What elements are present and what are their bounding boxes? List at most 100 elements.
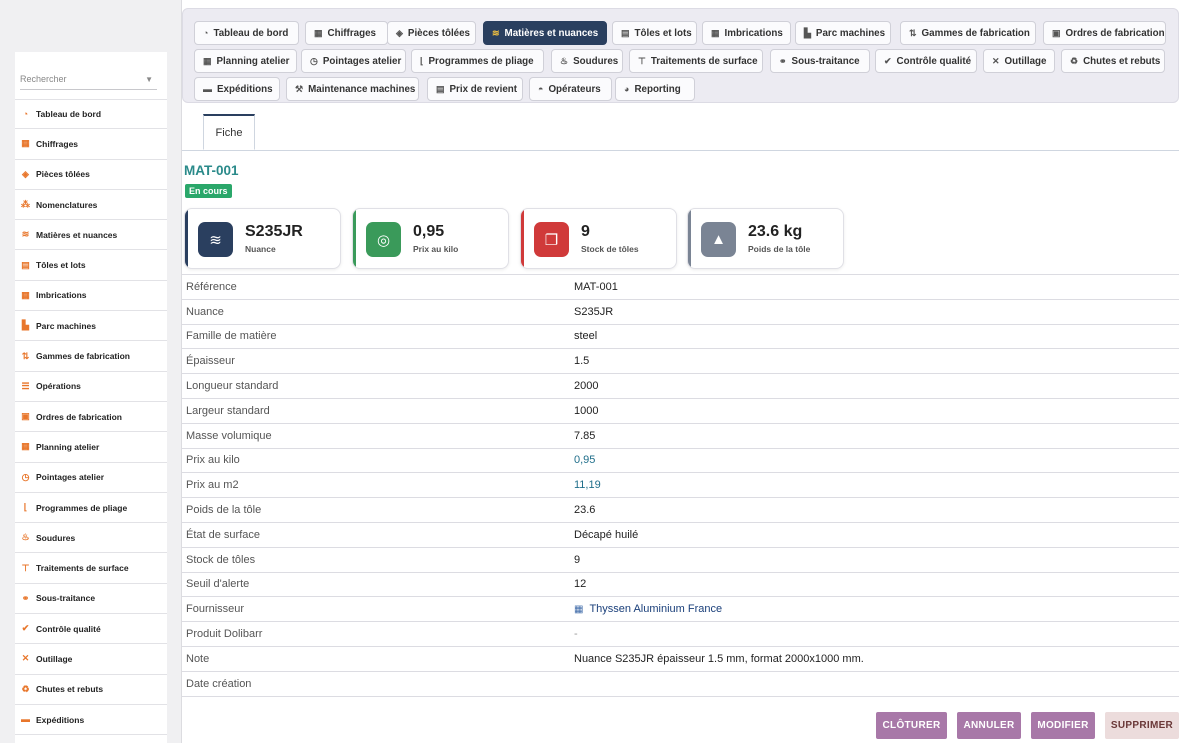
- tab-contrôle-qualité[interactable]: ✔ Contrôle qualité: [875, 49, 977, 73]
- search-placeholder: Rechercher: [20, 74, 67, 84]
- search-input[interactable]: Rechercher ▼: [20, 70, 157, 90]
- module-tab-bar: ◔ Tableau de bord ▦ Chiffrages ◈ Pièces tôlée…: [182, 8, 1179, 103]
- tab-matières-et-nuances[interactable]: ≋ Matières et nuances: [483, 21, 607, 45]
- sidebar-item-contrôle-qualité[interactable]: ✔ Contrôle qualité: [15, 614, 167, 645]
- tab-prix-de-revient[interactable]: ▤ Prix de revient: [427, 77, 523, 101]
- sidebar-item-outillage[interactable]: ✕ Outillage: [15, 644, 167, 675]
- tab-tôles-et-lots[interactable]: ▤ Tôles et lots: [612, 21, 697, 45]
- check-double-icon: ✔: [884, 55, 892, 66]
- sidebar-item-tôles-et-lots[interactable]: ▤ Tôles et lots: [15, 250, 167, 281]
- cancel-button[interactable]: ANNULER: [957, 712, 1021, 739]
- sidebar-item-gammes-de-fabrication[interactable]: ⇅ Gammes de fabrication: [15, 341, 167, 372]
- chevron-down-icon[interactable]: ▼: [145, 75, 153, 84]
- tab-label: Planning atelier: [216, 55, 290, 67]
- field-row: Stock de tôles 9: [182, 548, 1179, 573]
- field-label: Épaisseur: [186, 355, 235, 368]
- wrench-icon: ⚒: [295, 83, 304, 94]
- clipboard-icon: ▣: [1052, 27, 1061, 38]
- gauge-icon: ◔: [22, 108, 29, 119]
- delete-button[interactable]: SUPPRIMER: [1105, 712, 1179, 739]
- sidebar-item-label: Contrôle qualité: [36, 623, 101, 634]
- calendar-icon: ▦: [21, 441, 30, 452]
- field-value[interactable]: 11,19: [574, 479, 601, 491]
- tab-fiche-label: Fiche: [215, 126, 243, 139]
- sidebar-item-ordres-de-fabrication[interactable]: ▣ Ordres de fabrication: [15, 402, 167, 433]
- field-row: Référence MAT-001: [182, 275, 1179, 300]
- tab-label: Programmes de pliage: [428, 55, 534, 67]
- tab-opérateurs[interactable]: ◓ Opérateurs: [529, 77, 612, 101]
- tab-label: Prix de revient: [449, 83, 518, 95]
- tab-parc-machines[interactable]: ▙ Parc machines: [795, 21, 891, 45]
- tab-reporting[interactable]: ◕ Reporting: [615, 77, 695, 101]
- edit-button[interactable]: MODIFIER: [1031, 712, 1095, 739]
- tab-pièces-tôlées[interactable]: ◈ Pièces tôlées: [387, 21, 476, 45]
- field-label: Prix au kilo: [186, 454, 240, 467]
- field-row: Note Nuance S235JR épaisseur 1.5 mm, form…: [182, 647, 1179, 672]
- sidebar-item-pièces-tôlées[interactable]: ◈ Pièces tôlées: [15, 160, 167, 190]
- field-label: Nuance: [186, 305, 224, 318]
- tab-label: Contrôle qualité: [896, 55, 972, 67]
- sidebar-item-parc-machines[interactable]: ▙ Parc machines: [15, 311, 167, 342]
- sidebar-item-label: Expéditions: [36, 714, 85, 725]
- tab-programmes-de-pliage[interactable]: ⌊ Programmes de pliage: [411, 49, 544, 73]
- supplier-link[interactable]: Thyssen Aluminium France: [574, 603, 722, 615]
- tab-traitements-de-surface[interactable]: ⊤ Traitements de surface: [629, 49, 763, 73]
- card-label: Nuance: [245, 244, 276, 254]
- tab-ordres-de-fabrication[interactable]: ▣ Ordres de fabrication: [1043, 21, 1166, 45]
- tab-label: Imbrications: [724, 27, 783, 39]
- card-label: Prix au kilo: [413, 244, 459, 254]
- card-value: S235JR: [245, 223, 303, 240]
- tab-chiffrages[interactable]: ▦ Chiffrages: [305, 21, 388, 45]
- tab-label: Gammes de fabrication: [921, 27, 1030, 39]
- tab-label: Pièces tôlées: [407, 27, 471, 39]
- tab-imbrications[interactable]: ▦ Imbrications: [702, 21, 791, 45]
- card-value: 23.6 kg: [748, 223, 803, 240]
- field-label: Seuil d'alerte: [186, 578, 250, 591]
- sidebar-item-planning-atelier[interactable]: ▦ Planning atelier: [15, 432, 167, 463]
- field-label: Produit Dolibarr: [186, 628, 263, 641]
- tab-gammes-de-fabrication[interactable]: ⇅ Gammes de fabrication: [900, 21, 1036, 45]
- cube-icon: ◈: [396, 27, 403, 38]
- field-row: Prix au kilo 0,95: [182, 449, 1179, 474]
- sidebar-item-imbrications[interactable]: ▦ Imbrications: [15, 281, 167, 312]
- tab-soudures[interactable]: ♨ Soudures: [551, 49, 623, 73]
- tab-maintenance-machines[interactable]: ⚒ Maintenance machines: [286, 77, 419, 101]
- sidebar-item-matières-et-nuances[interactable]: ≋ Matières et nuances: [15, 220, 167, 251]
- field-value: Décapé huilé: [574, 528, 639, 541]
- tab-label: Outillage: [1004, 55, 1047, 67]
- tab-tableau-de-bord[interactable]: ◔ Tableau de bord: [194, 21, 299, 45]
- close-record-button[interactable]: CLÔTURER: [876, 712, 947, 739]
- sidebar-item-opérations[interactable]: ☰ Opérations: [15, 372, 167, 402]
- page-title: MAT-001: [184, 163, 239, 178]
- tab-planning-atelier[interactable]: ▦ Planning atelier: [194, 49, 297, 73]
- sidebar-item-sous-traitance[interactable]: ⚭ Sous-traitance: [15, 584, 167, 615]
- sidebar-item-programmes-de-pliage[interactable]: ⌊ Programmes de pliage: [15, 493, 167, 524]
- calculator-icon: ▦: [21, 138, 30, 149]
- field-value: 23.6: [574, 504, 596, 517]
- sidebar-item-chutes-et-rebuts[interactable]: ♻ Chutes et rebuts: [15, 675, 167, 705]
- field-row: Prix au m2 11,19: [182, 473, 1179, 499]
- tab-expéditions[interactable]: ▬ Expéditions: [194, 77, 280, 101]
- tab-fiche[interactable]: Fiche: [203, 114, 255, 150]
- sidebar-item-soudures[interactable]: ♨ Soudures: [15, 523, 167, 554]
- sidebar-item-label: Parc machines: [36, 320, 97, 331]
- tab-label: Chutes et rebuts: [1083, 55, 1161, 67]
- recycle-icon: ♻: [1070, 55, 1079, 66]
- sidebar-item-label: Pièces tôlées: [36, 169, 90, 180]
- tab-chutes-et-rebuts[interactable]: ♻ Chutes et rebuts: [1061, 49, 1165, 73]
- field-label: Fournisseur: [186, 603, 245, 616]
- field-value: S235JR: [574, 305, 614, 318]
- sidebar-item-pointages-atelier[interactable]: ◷ Pointages atelier: [15, 463, 167, 493]
- tab-outillage[interactable]: ✕ Outillage: [983, 49, 1055, 73]
- field-value[interactable]: 0,95: [574, 454, 595, 466]
- field-row: Produit Dolibarr -: [182, 622, 1179, 647]
- sidebar-item-expéditions[interactable]: ▬ Expéditions: [15, 705, 167, 736]
- sidebar-item-tableau-de-bord[interactable]: ◔ Tableau de bord: [15, 99, 167, 130]
- sidebar-item-chiffrages[interactable]: ▦ Chiffrages: [15, 129, 167, 160]
- sidebar-item-nomenclatures[interactable]: ⁂ Nomenclatures: [15, 190, 167, 221]
- tab-pointages-atelier[interactable]: ◷ Pointages atelier: [301, 49, 406, 73]
- sidebar-item-label: Opérations: [36, 381, 81, 392]
- sidebar-item-traitements-de-surface[interactable]: ⊤ Traitements de surface: [15, 553, 167, 584]
- tab-sous-traitance[interactable]: ⚭ Sous-traitance: [770, 49, 870, 73]
- industry-icon: ▙: [22, 320, 29, 331]
